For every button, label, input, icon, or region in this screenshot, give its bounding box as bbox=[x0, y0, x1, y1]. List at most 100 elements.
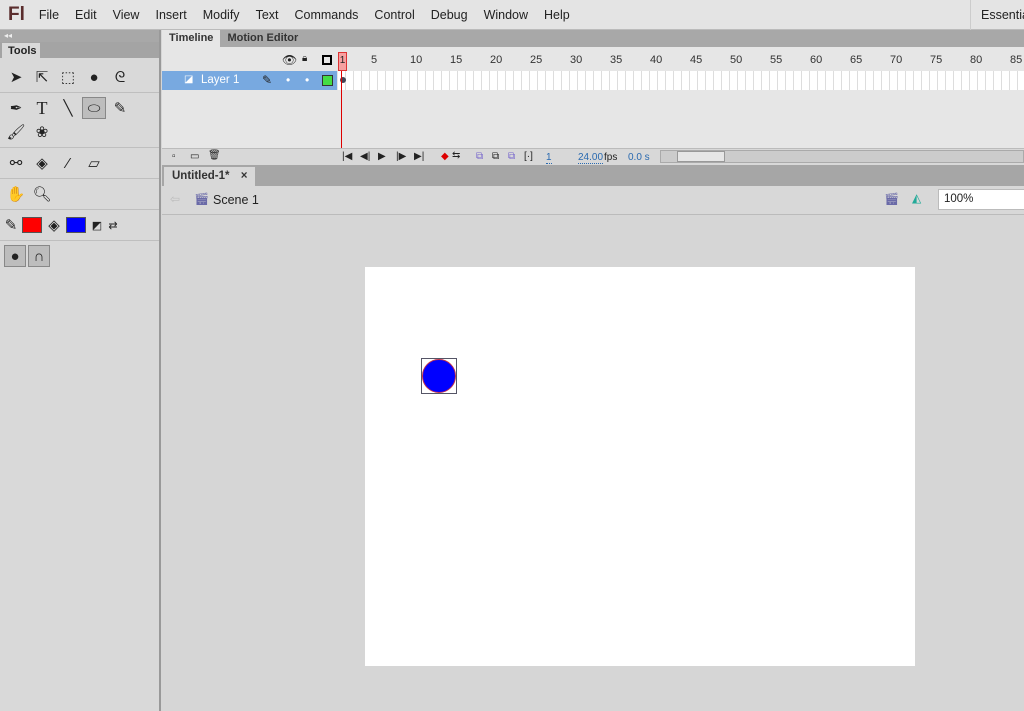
zoom-field[interactable]: 100% bbox=[938, 189, 1024, 210]
last-frame-icon[interactable]: ▶| bbox=[414, 151, 424, 162]
ruler-label: 75 bbox=[930, 54, 943, 66]
step-back-icon[interactable]: ◀| bbox=[360, 151, 370, 162]
bone-tool-icon[interactable]: ⚯ bbox=[4, 152, 28, 174]
edit-symbols-icon[interactable]: ◭ bbox=[912, 191, 921, 205]
menu-help[interactable]: Help bbox=[544, 8, 570, 22]
selection-tool-icon[interactable]: ➤ bbox=[4, 66, 28, 88]
3d-rotation-tool-icon[interactable]: ● bbox=[82, 66, 106, 88]
free-transform-tool-icon[interactable]: ⬚ bbox=[56, 66, 80, 88]
pen-tool-icon[interactable]: ✒ bbox=[4, 97, 28, 119]
close-tab-icon[interactable]: × bbox=[241, 170, 248, 182]
pencil-icon: ✎ bbox=[262, 73, 273, 87]
elapsed-time[interactable]: 0.0 s bbox=[628, 152, 650, 163]
menu-control[interactable]: Control bbox=[374, 8, 414, 22]
center-frame-icon[interactable]: ◆ bbox=[441, 151, 449, 162]
subselection-tool-icon[interactable]: ⇱ bbox=[30, 66, 54, 88]
oval-tool-icon[interactable]: ⬭ bbox=[82, 97, 106, 119]
new-layer-icon[interactable]: ▫ bbox=[172, 151, 176, 162]
tools-panel: ◂◂ Tools ➤ ⇱ ⬚ ● ᘓ ✒ T ╲ ⬭ ✎ 🖌︎ ❀ ⚯ ◈ ⁄ … bbox=[0, 30, 161, 711]
layer-outline-color[interactable] bbox=[322, 75, 333, 86]
playhead-line bbox=[341, 71, 342, 151]
first-frame-icon[interactable]: |◀ bbox=[342, 151, 352, 162]
menu-debug[interactable]: Debug bbox=[431, 8, 468, 22]
menu-text[interactable]: Text bbox=[256, 8, 279, 22]
default-colors-icon[interactable]: ◩ bbox=[90, 214, 104, 236]
menu-edit[interactable]: Edit bbox=[75, 8, 97, 22]
tab-timeline[interactable]: Timeline bbox=[162, 30, 221, 47]
stage[interactable] bbox=[365, 267, 915, 666]
play-icon[interactable]: ▶ bbox=[378, 151, 386, 162]
ruler-label: 50 bbox=[730, 54, 743, 66]
playhead[interactable]: 1 bbox=[338, 52, 347, 71]
delete-layer-icon[interactable]: 🗑︎ bbox=[208, 150, 221, 161]
modify-onion-markers-icon[interactable]: [·] bbox=[524, 151, 533, 162]
layer-row[interactable]: ◪ Layer 1 ✎ • • bbox=[162, 71, 337, 90]
document-tab[interactable]: Untitled-1* × bbox=[164, 167, 256, 186]
line-tool-icon[interactable]: ╲ bbox=[56, 97, 80, 119]
tab-motion-editor[interactable]: Motion Editor bbox=[220, 30, 305, 47]
frame-rate[interactable]: 24.00 bbox=[578, 152, 604, 164]
snap-to-objects-icon[interactable]: ∩ bbox=[28, 245, 50, 267]
object-drawing-icon[interactable]: ● bbox=[4, 245, 26, 267]
stroke-color-swatch[interactable] bbox=[22, 217, 42, 233]
lock-icon[interactable]: 🔒︎ bbox=[302, 53, 307, 64]
visibility-dot[interactable]: • bbox=[286, 73, 290, 87]
menu-modify[interactable]: Modify bbox=[203, 8, 240, 22]
new-folder-icon[interactable]: ▭ bbox=[190, 151, 199, 162]
back-arrow-icon[interactable]: ⇦ bbox=[170, 192, 180, 206]
scene-name[interactable]: Scene 1 bbox=[213, 193, 259, 207]
onion-outlines-icon[interactable]: ⧉ bbox=[492, 151, 499, 162]
ruler-label: 30 bbox=[570, 54, 583, 66]
pencil-tool-icon[interactable]: ✎ bbox=[108, 97, 132, 119]
menu-window[interactable]: Window bbox=[484, 8, 528, 22]
ruler-label: 55 bbox=[770, 54, 783, 66]
collapse-panel-button[interactable]: ◂◂ bbox=[0, 30, 159, 42]
tools-tab[interactable]: Tools bbox=[2, 43, 40, 59]
document-tab-label: Untitled-1* bbox=[172, 170, 230, 182]
deco-tool-icon[interactable]: ❀ bbox=[30, 121, 54, 143]
text-tool-icon[interactable]: T bbox=[30, 97, 54, 119]
brush-tool-icon[interactable]: 🖌︎ bbox=[4, 121, 28, 143]
flash-logo: Fl bbox=[8, 3, 25, 25]
ruler-label: 45 bbox=[690, 54, 703, 66]
ruler-label: 80 bbox=[970, 54, 983, 66]
ruler-label: 10 bbox=[410, 54, 423, 66]
layer-name[interactable]: Layer 1 bbox=[201, 74, 239, 86]
lasso-tool-icon[interactable]: ᘓ bbox=[108, 66, 132, 88]
scene-clapper-icon: 🎬︎ bbox=[194, 192, 210, 206]
onion-skin-icon[interactable]: ⧉ bbox=[476, 151, 483, 162]
frame-grid[interactable] bbox=[338, 71, 1024, 90]
loop-icon[interactable]: ⇆ bbox=[452, 150, 460, 161]
frame-ruler[interactable]: 👁︎ 🔒︎ 5 10 15 20 25 30 35 40 45 50 55 60… bbox=[162, 47, 1024, 71]
menu-bar: Fl File Edit View Insert Modify Text Com… bbox=[0, 0, 1024, 30]
current-frame[interactable]: 1 bbox=[546, 152, 552, 164]
scrollbar-thumb[interactable] bbox=[677, 151, 725, 162]
blue-circle-shape[interactable] bbox=[421, 358, 457, 394]
edit-scene-icon[interactable]: 🎬︎ bbox=[884, 192, 899, 206]
ruler-label: 15 bbox=[450, 54, 463, 66]
ruler-label: 40 bbox=[650, 54, 663, 66]
swap-colors-icon[interactable]: ⇄ bbox=[106, 214, 120, 236]
paint-bucket-tool-icon[interactable]: ◈ bbox=[30, 152, 54, 174]
edit-multiple-frames-icon[interactable]: ⧉ bbox=[508, 151, 515, 162]
ruler-label: 35 bbox=[610, 54, 623, 66]
layer-icon: ◪ bbox=[184, 74, 194, 85]
fill-color-swatch[interactable] bbox=[66, 217, 86, 233]
menu-commands[interactable]: Commands bbox=[295, 8, 359, 22]
workspace-switcher[interactable]: Essentials bbox=[970, 0, 1024, 30]
lock-dot[interactable]: • bbox=[305, 73, 309, 87]
step-forward-icon[interactable]: |▶ bbox=[396, 151, 406, 162]
eyedropper-tool-icon[interactable]: ⁄ bbox=[56, 152, 80, 174]
eye-icon[interactable]: 👁︎ bbox=[282, 53, 297, 67]
hand-tool-icon[interactable]: ✋ bbox=[4, 183, 28, 205]
document-tabs: Untitled-1* × bbox=[162, 165, 1024, 186]
timeline-scrollbar[interactable] bbox=[660, 150, 1024, 163]
menu-file[interactable]: File bbox=[39, 8, 59, 22]
menu-insert[interactable]: Insert bbox=[155, 8, 186, 22]
zoom-tool-icon[interactable]: 🔍︎ bbox=[30, 183, 54, 205]
eraser-tool-icon[interactable]: ▱ bbox=[82, 152, 106, 174]
stroke-color-icon: ✎ bbox=[4, 217, 18, 234]
ruler-label: 65 bbox=[850, 54, 863, 66]
outline-icon[interactable] bbox=[322, 55, 332, 65]
menu-view[interactable]: View bbox=[113, 8, 140, 22]
